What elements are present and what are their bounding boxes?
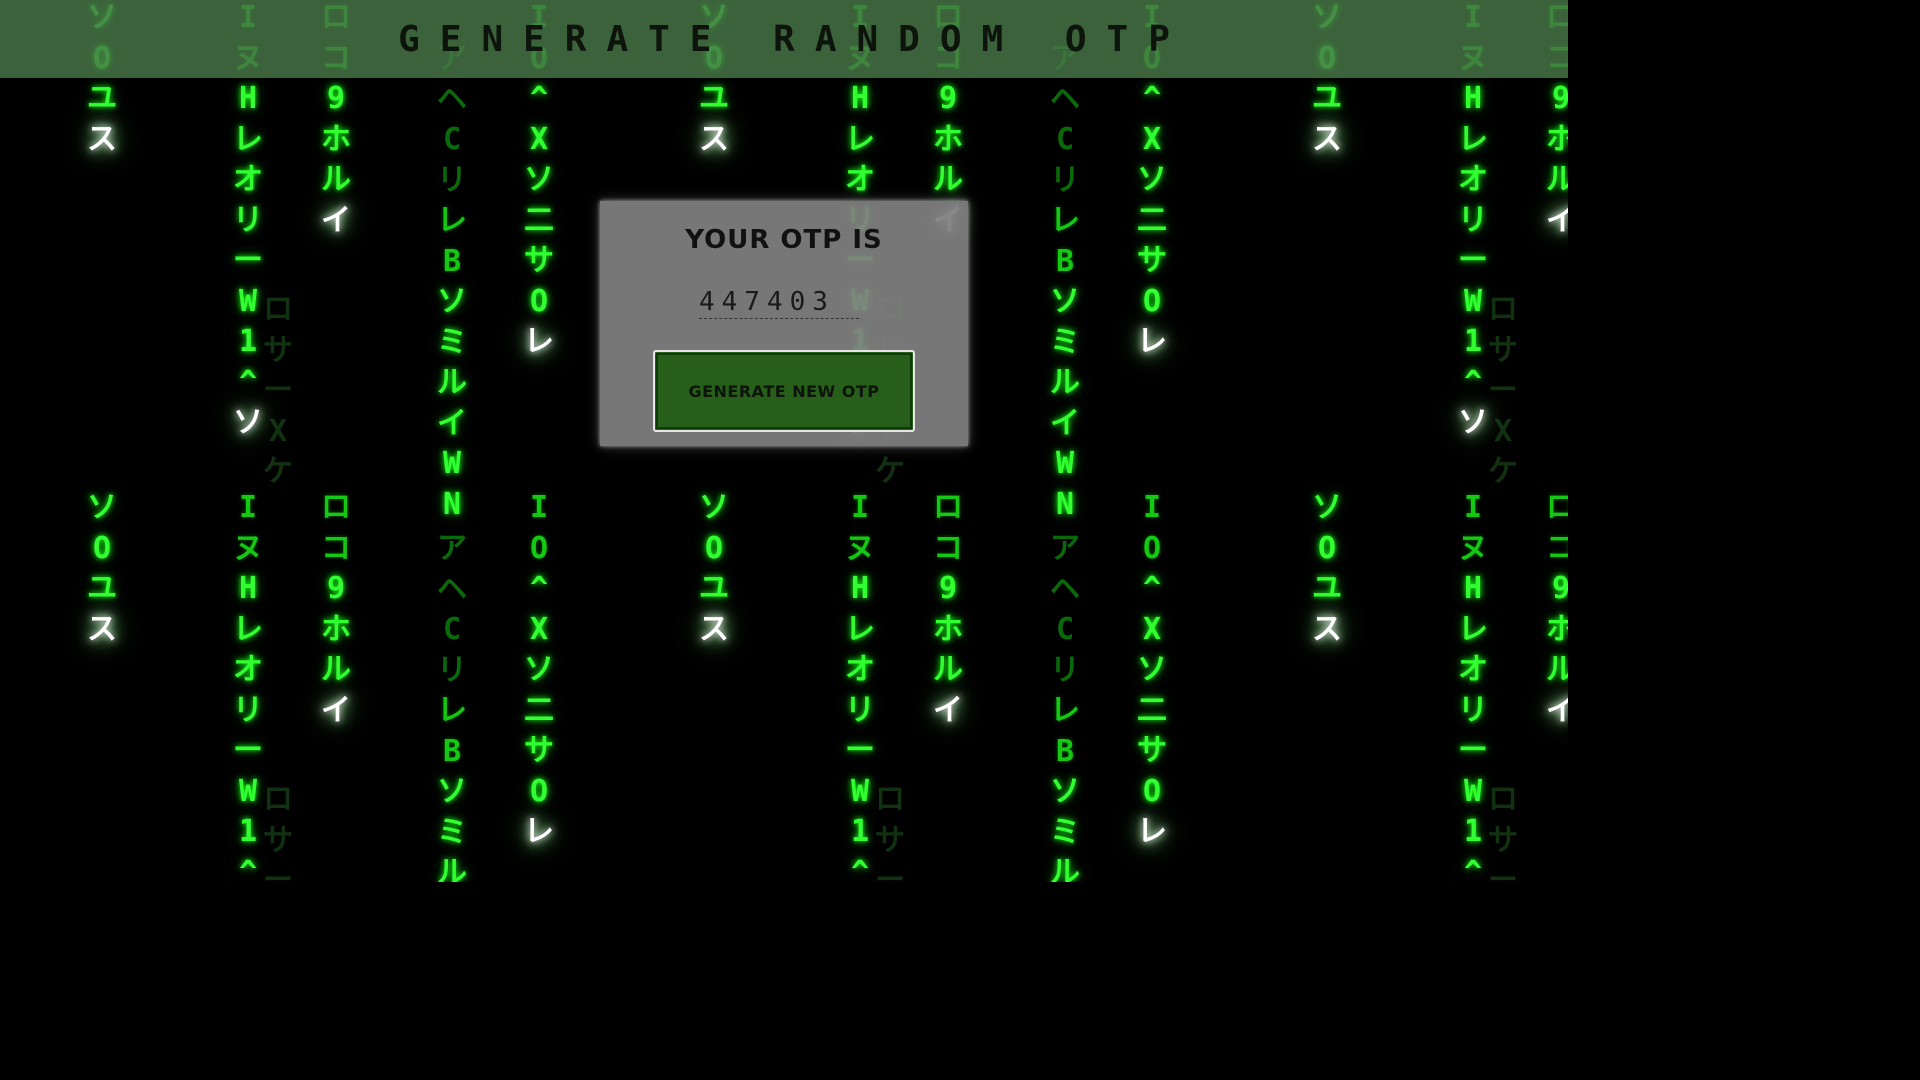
rain-column: アヘCリレBソミルイWN <box>1050 41 1080 522</box>
rain-ghost-column: ロサーXケ <box>875 782 905 882</box>
rain-column: アヘCリレBソミルイWN <box>437 531 467 882</box>
rain-column: ロコ9ホルイ <box>1546 490 1568 728</box>
otp-heading: Your OTP is <box>685 225 883 255</box>
rain-ghost-column: ロサーXケ <box>1488 782 1518 882</box>
generate-otp-button[interactable]: Generate New OTP <box>653 350 915 432</box>
rain-ghost-column: ロサーXケ <box>263 782 293 882</box>
rain-ghost-column: ロサーXケ <box>263 292 293 489</box>
rain-column: ロコ9ホルイ <box>933 490 963 728</box>
rain-column: ロコ9ホルイ <box>321 490 351 728</box>
matrix-page: ソOユスソOユスIヌHレオリーW1^ソIヌHレオリーW1^ソロコ9ホルイロコ9ホ… <box>0 0 1568 882</box>
rain-ghost-column: ロサーXケ <box>1488 292 1518 489</box>
rain-column: アヘCリレBソミルイWN <box>1050 531 1080 882</box>
otp-value: 447403 <box>699 287 859 319</box>
rain-column: ソOユス <box>87 490 117 647</box>
rain-column: IO^Xソ二サOレ <box>1137 490 1167 849</box>
rain-column: ソOユス <box>699 490 729 647</box>
page-header: Generate Random OTP <box>0 0 1568 78</box>
rain-column: IO^Xソ二サOレ <box>524 490 554 849</box>
otp-card: Your OTP is 447403 Generate New OTP <box>600 201 968 446</box>
rain-column: アヘCリレBソミルイWN <box>437 41 467 522</box>
page-title: Generate Random OTP <box>398 18 1190 60</box>
rain-column: ソOユス <box>1312 490 1342 647</box>
